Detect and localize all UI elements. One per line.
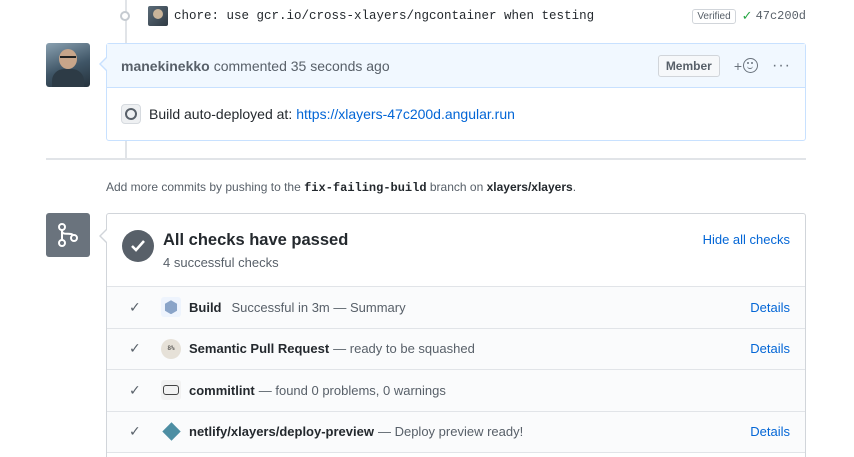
hint-middle: branch on (429, 180, 484, 194)
comment-body: Build auto-deployed at: https://xlayers-… (107, 88, 805, 140)
angular-icon (121, 104, 141, 124)
check-description: — ready to be squashed (333, 341, 475, 357)
git-merge-icon (46, 213, 90, 257)
push-hint: Add more commits by pushing to the fix-f… (106, 180, 576, 195)
plus-label: + (733, 57, 743, 74)
check-row-build: ✓ Build Successful in 3m — Summary Detai… (107, 287, 805, 329)
check-name: netlify/xlayers/deploy-preview (189, 424, 374, 440)
checks-panel: All checks have passed 4 successful chec… (99, 213, 806, 457)
check-row-netlify: ✓ netlify/xlayers/deploy-preview — Deplo… (107, 411, 805, 453)
member-badge: Member (657, 54, 720, 77)
check-icon: ✓ (129, 298, 141, 315)
checks-title: All checks have passed (163, 231, 349, 249)
timeline-line (125, 141, 127, 158)
commit-message[interactable]: chore: use gcr.io/cross-xlayers/ngcontai… (174, 9, 692, 23)
check-description: — Deploy preview ready! (377, 424, 524, 440)
check-name: Build (189, 299, 222, 315)
commit-row: chore: use gcr.io/cross-xlayers/ngcontai… (116, 4, 806, 28)
verified-badge[interactable]: Verified (692, 8, 736, 24)
comment: manekinekko commented 35 seconds ago Mem… (99, 43, 806, 141)
commit-author-avatar[interactable] (148, 6, 168, 26)
timeline-divider (46, 158, 806, 160)
commitlint-icon (161, 380, 181, 401)
semantic-pr-icon: 8% (161, 338, 181, 359)
add-reaction-button[interactable]: + (733, 57, 759, 74)
gcb-icon (161, 297, 181, 318)
branch-name[interactable]: fix-failing-build (304, 181, 426, 195)
hide-all-checks-link[interactable]: Hide all checks (703, 232, 790, 247)
hint-prefix: Add more commits by pushing to the (106, 180, 301, 194)
deploy-link[interactable]: https://xlayers-47c200d.angular.run (296, 106, 515, 122)
smiley-icon (743, 58, 759, 73)
check-name: commitlint (189, 382, 255, 398)
avatar[interactable] (46, 43, 90, 87)
details-link[interactable]: Details (750, 300, 790, 315)
more-options-button[interactable]: ··· (772, 57, 791, 75)
check-icon: ✓ (129, 423, 141, 440)
details-link[interactable]: Details (750, 424, 790, 439)
comment-author[interactable]: manekinekko (121, 58, 210, 74)
details-link[interactable]: Details (750, 341, 790, 356)
commit-dot-icon (120, 11, 130, 21)
repo-name[interactable]: xlayers/xlayers (487, 180, 573, 194)
comment-header: manekinekko commented 35 seconds ago Mem… (107, 44, 805, 88)
check-icon: ✓ (129, 340, 141, 357)
check-icon: ✓ (741, 8, 753, 23)
commit-sha[interactable]: 47c200d (756, 9, 806, 23)
netlify-icon (161, 422, 181, 442)
check-icon: ✓ (129, 381, 141, 398)
check-row-semantic-pr: ✓ 8% Semantic Pull Request — ready to be… (107, 328, 805, 370)
check-description: — found 0 problems, 0 warnings (258, 382, 446, 398)
check-row-commitlint: ✓ commitlint — found 0 problems, 0 warni… (107, 370, 805, 412)
hint-suffix: . (572, 180, 577, 194)
checks-subtitle: 4 successful checks (163, 255, 279, 270)
comment-text: Build auto-deployed at: (149, 106, 293, 122)
checks-summary: All checks have passed 4 successful chec… (107, 214, 805, 287)
check-description: Successful in 3m — Summary (231, 299, 406, 315)
check-circle-icon (122, 230, 154, 262)
check-name: Semantic Pull Request (189, 341, 330, 357)
comment-timestamp[interactable]: commented 35 seconds ago (214, 58, 390, 74)
